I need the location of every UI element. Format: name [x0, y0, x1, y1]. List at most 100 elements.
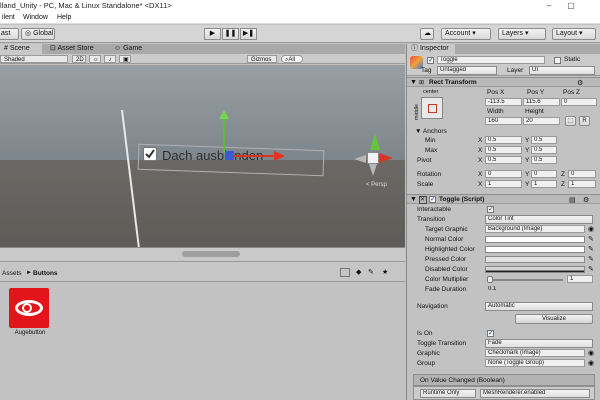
- scene-viewport[interactable]: Dach ausblenden < Persp: [0, 65, 405, 247]
- expand-triangle-icon[interactable]: ▼: [410, 196, 417, 203]
- color-multiplier-field[interactable]: 1: [567, 275, 593, 283]
- favorite-star-icon[interactable]: ★: [382, 268, 388, 276]
- expand-triangle-icon[interactable]: ▼: [410, 79, 417, 86]
- scale-y-field[interactable]: 1: [531, 180, 557, 188]
- scene-horizontal-scrollbar[interactable]: [182, 251, 240, 257]
- rotation-y-field[interactable]: 0: [531, 170, 557, 178]
- toggle-script-header[interactable]: ▼ ✕ Toggle (Script) ▤ ⚙: [407, 194, 600, 204]
- anchor-min-x-field[interactable]: 0.5: [485, 136, 522, 144]
- projection-label[interactable]: < Persp: [366, 182, 387, 188]
- disabled-color-swatch[interactable]: [485, 266, 585, 273]
- light-toggle[interactable]: ☼: [89, 55, 101, 63]
- menu-help[interactable]: Help: [57, 14, 71, 21]
- object-picker-icon[interactable]: ◉: [588, 359, 594, 367]
- rect-transform-header[interactable]: ▼ ⊞ Rect Transform ⚙: [407, 77, 600, 87]
- move-y-axis[interactable]: [223, 115, 225, 153]
- anchors-label[interactable]: ▼ Anchors: [415, 128, 447, 135]
- pivot-handle[interactable]: [225, 151, 234, 160]
- rotation-x-field[interactable]: 0: [485, 170, 522, 178]
- asset-name[interactable]: Augebutton: [6, 330, 54, 336]
- layout-dropdown[interactable]: Layout ▾: [552, 28, 596, 40]
- filter-icon[interactable]: ◆: [356, 268, 361, 276]
- pivot-x-field[interactable]: 0.5: [485, 156, 522, 164]
- navigation-dropdown[interactable]: Automatic: [485, 302, 593, 311]
- eyedropper-icon[interactable]: ✎: [588, 245, 594, 253]
- group-field[interactable]: None (Toggle Group): [485, 359, 585, 367]
- tab-game[interactable]: ☺ Game: [110, 44, 150, 54]
- event-function-dropdown[interactable]: MeshRenderer.enabled: [480, 389, 590, 398]
- pivot-y-field[interactable]: 0.5: [531, 156, 557, 164]
- menu-component[interactable]: ilent: [2, 14, 15, 21]
- layers-dropdown[interactable]: Layers ▾: [498, 28, 546, 40]
- color-multiplier-slider-track[interactable]: [487, 279, 563, 281]
- visualize-button[interactable]: Visualize: [515, 314, 593, 324]
- move-x-axis[interactable]: [229, 155, 277, 157]
- blueprint-button[interactable]: ⬚: [565, 116, 576, 126]
- tag-dropdown[interactable]: Untagged: [437, 66, 497, 75]
- anchor-max-x-field[interactable]: 0.5: [485, 146, 522, 154]
- pos-z-field[interactable]: 0: [561, 98, 597, 106]
- runtime-dropdown[interactable]: Runtime Only: [420, 389, 476, 398]
- eyedropper-icon[interactable]: ✎: [588, 255, 594, 263]
- orientation-neg-y-icon[interactable]: [369, 164, 377, 176]
- tab-asset-store[interactable]: ⊡ Asset Store: [46, 44, 108, 54]
- static-checkbox[interactable]: [554, 57, 561, 64]
- object-picker-icon[interactable]: ◉: [588, 225, 594, 233]
- raw-edit-button[interactable]: R: [579, 116, 590, 126]
- step-button[interactable]: ▶❚: [240, 28, 257, 40]
- account-dropdown[interactable]: Account ▾: [441, 28, 491, 40]
- audio-toggle[interactable]: ♪: [104, 55, 116, 63]
- shading-mode-dropdown[interactable]: Shaded: [0, 55, 68, 63]
- gizmos-dropdown[interactable]: Gizmos: [247, 55, 277, 63]
- help-book-icon[interactable]: ▤: [569, 196, 576, 204]
- play-button[interactable]: ▶: [204, 28, 221, 40]
- highlighted-color-swatch[interactable]: [485, 246, 585, 253]
- pivot-mode-button[interactable]: ast: [0, 28, 19, 40]
- toggle-component-enabled-checkbox[interactable]: [429, 196, 436, 203]
- minimize-button[interactable]: –: [538, 0, 560, 12]
- breadcrumb-folder[interactable]: Buttons: [33, 270, 58, 277]
- object-name-field[interactable]: Toggle: [437, 56, 545, 64]
- move-y-arrow-icon[interactable]: [219, 110, 229, 119]
- color-multiplier-slider-handle[interactable]: [487, 276, 493, 283]
- asset-thumbnail[interactable]: [9, 288, 49, 328]
- cloud-button[interactable]: ☁: [420, 28, 434, 40]
- transition-dropdown[interactable]: Color Tint: [485, 215, 593, 224]
- tab-inspector[interactable]: ⓘ Inspector: [407, 44, 455, 54]
- scene-search-input[interactable]: ⌕All: [281, 55, 303, 63]
- pause-button[interactable]: ❚❚: [222, 28, 239, 40]
- toggle-checkbox-graphic[interactable]: [143, 147, 157, 161]
- interactable-checkbox[interactable]: [487, 206, 494, 213]
- orientation-cube-icon[interactable]: [367, 152, 379, 164]
- active-checkbox[interactable]: [427, 57, 434, 64]
- is-on-checkbox[interactable]: [487, 330, 494, 337]
- pressed-color-swatch[interactable]: [485, 256, 585, 263]
- eyedropper-icon[interactable]: ✎: [588, 265, 594, 273]
- move-x-arrow-icon[interactable]: [274, 151, 285, 161]
- maximize-button[interactable]: ▢: [560, 0, 582, 12]
- global-mode-button[interactable]: ◎ Global: [21, 28, 55, 40]
- pos-y-field[interactable]: 115.6: [523, 98, 560, 106]
- tab-scene[interactable]: # Scene: [0, 44, 42, 54]
- anchor-presets-button[interactable]: [421, 97, 443, 119]
- gear-icon[interactable]: ⚙: [583, 196, 589, 204]
- anchor-min-y-field[interactable]: 0.5: [531, 136, 557, 144]
- toggle-transition-dropdown[interactable]: Fade: [485, 339, 593, 348]
- target-graphic-field[interactable]: Background (Image): [485, 225, 585, 233]
- layer-dropdown[interactable]: UI: [529, 66, 595, 75]
- orientation-x-icon[interactable]: [379, 153, 393, 163]
- width-field[interactable]: 160: [485, 117, 522, 125]
- label-icon[interactable]: ✎: [368, 268, 374, 276]
- rotation-z-field[interactable]: 0: [568, 170, 596, 178]
- gear-icon[interactable]: ⚙: [577, 79, 583, 87]
- normal-color-swatch[interactable]: [485, 236, 585, 243]
- anchor-max-y-field[interactable]: 0.5: [531, 146, 557, 154]
- pos-x-field[interactable]: -113.5: [485, 98, 522, 106]
- lock-icon[interactable]: [340, 268, 350, 277]
- breadcrumb-root[interactable]: Assets: [2, 270, 22, 277]
- object-picker-icon[interactable]: ◉: [588, 349, 594, 357]
- menu-window[interactable]: Window: [23, 14, 48, 21]
- orientation-y-icon[interactable]: [370, 133, 380, 150]
- graphic-field[interactable]: Checkmark (Image): [485, 349, 585, 357]
- fade-duration-field[interactable]: 0.1: [485, 285, 593, 293]
